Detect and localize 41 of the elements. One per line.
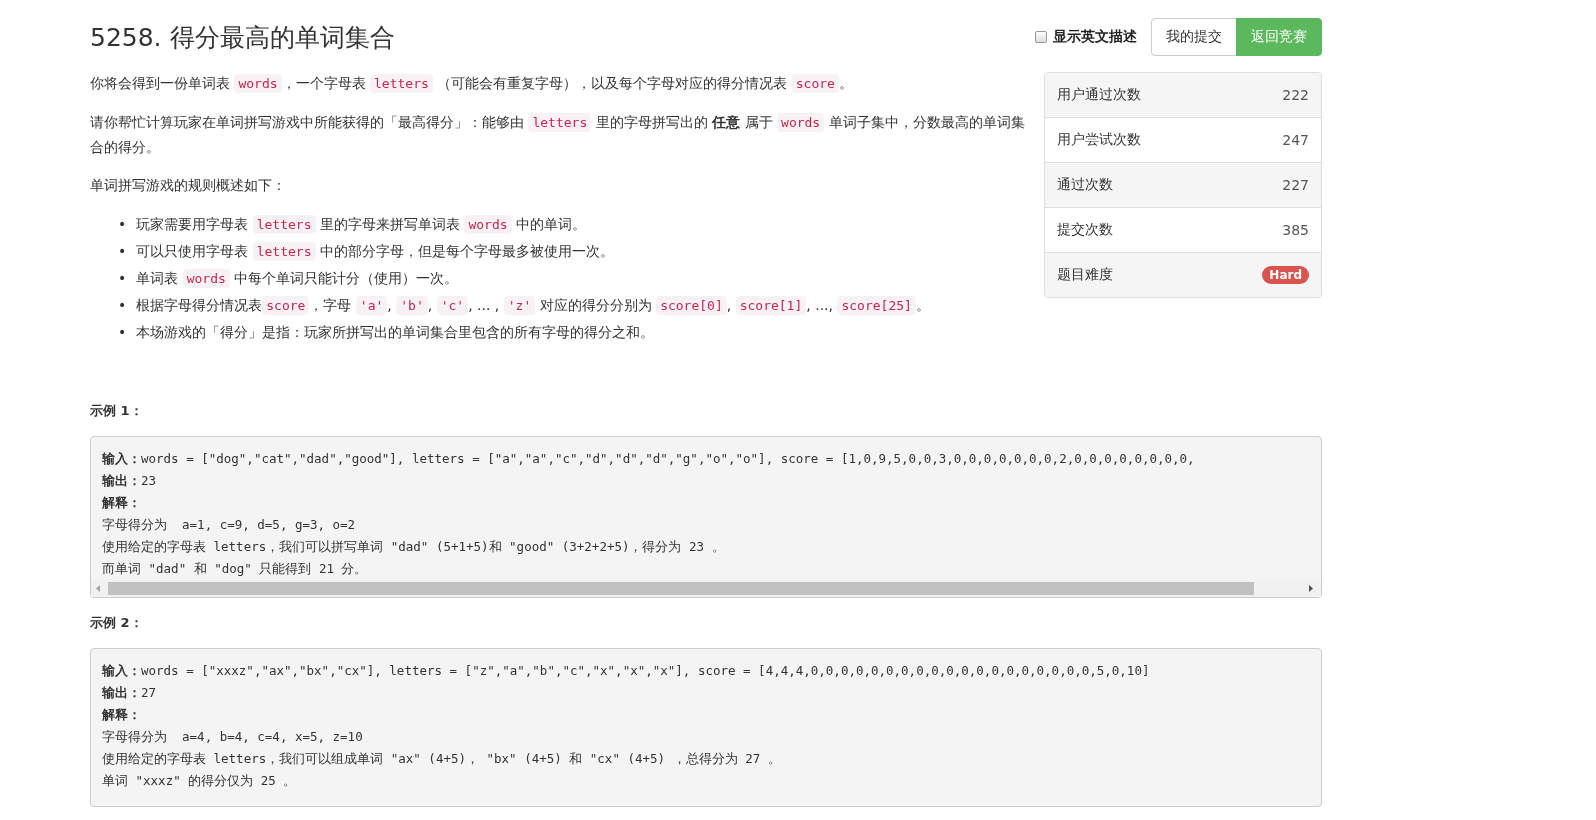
code-line: 而单词 "dad" 和 "dog" 只能得到 21 分。 [102, 560, 368, 578]
code-line: 字母得分为 a=4, b=4, c=4, x=5, z=10 [102, 728, 363, 746]
difficulty-badge: Hard [1262, 266, 1309, 284]
description-paragraph: 你将会得到一份单词表 words ，一个字母表 letters （可能会有重复字母），以及每个字母对应的得分情况表 score 。 [90, 73, 854, 95]
bullet: • [118, 242, 127, 261]
stat-label: 通过次数 [1057, 176, 1113, 194]
code-line: 输入：words = ["dog","cat","dad","good"], letters = ["a","a","c","d","d","d","g","o","o"], score = [1,0,9,5,0,0,3,0,0,0,0,0,0,0,2,0,0,0,0,0,0,0,0, [102, 450, 1195, 468]
example-heading: 示例 2： [90, 614, 144, 632]
checkbox[interactable] [1035, 31, 1047, 43]
rule-item: 根据字母得分情况表 score ，字母 'a' , 'b' , 'c' , ... , 'z' 对应的得分分别为 score[0] , score[1] , ..., score[25] 。 [136, 295, 930, 317]
checkbox-label[interactable]: 显示英文描述 [1053, 28, 1137, 46]
problem-title: 5258. 得分最高的单词集合 [90, 21, 395, 54]
rule-item: 玩家需要用字母表 letters 里的字母来拼写单词表 words 中的单词。 [136, 214, 586, 236]
stat-label: 题目难度 [1057, 266, 1113, 284]
code-line: 单词 "xxxz" 的得分仅为 25 。 [102, 772, 297, 790]
stat-value: 227 [1282, 177, 1309, 193]
stat-value: 222 [1282, 87, 1309, 103]
stat-label: 提交次数 [1057, 221, 1113, 239]
code-line: 输出：23 [102, 472, 157, 490]
bullet: • [118, 215, 127, 234]
code-line: 输出：27 [102, 684, 157, 702]
code-line: 解释： [102, 494, 141, 512]
stat-label: 用户通过次数 [1057, 86, 1141, 104]
stat-value: 385 [1282, 222, 1309, 238]
bullet: • [118, 269, 127, 288]
rule-item: 本场游戏的「得分」是指：玩家所拼写出的单词集合里包含的所有字母的得分之和。 [136, 323, 655, 342]
description-paragraph: 请你帮忙计算玩家在单词拼写游戏中所能获得的「最高得分」：能够由 letters 里的字母拼写出的 任意 属于 words 单词子集中，分数最高的单词集合的得分。 [90, 112, 1026, 157]
code-line: 使用给定的字母表 letters，我们可以组成单词 "ax" (4+5)， "bx" (4+5) 和 "cx" (4+5) ，总得分为 27 。 [102, 750, 781, 768]
bullet: • [118, 323, 127, 342]
code-line: 输入：words = ["xxxz","ax","bx","cx"], letters = ["z","a","b","c","x","x","x"], score = [4,4,4,0,0,0,0,0,0,0,0,0,0,0,0,0,0,0,0,0,0,0,5,0,10] [102, 662, 1150, 680]
bullet: • [118, 296, 127, 315]
code-line: 解释： [102, 706, 141, 724]
stat-label: 用户尝试次数 [1057, 131, 1141, 149]
example-heading: 示例 1： [90, 402, 144, 420]
my-submissions-button[interactable]: 我的提交 [1151, 18, 1237, 56]
code-line: 使用给定的字母表 letters，我们可以拼写单词 "dad" (5+1+5)和 "good" (3+2+2+5)，得分为 23 。 [102, 538, 725, 556]
code-line: 字母得分为 a=1, c=9, d=5, g=3, o=2 [102, 516, 356, 534]
rule-item: 单词表 words 中每个单词只能计分（使用）一次。 [136, 268, 459, 290]
description-paragraph: 单词拼写游戏的规则概述如下： [90, 176, 287, 195]
rule-item: 可以只使用字母表 letters 中的部分字母，但是每个字母最多被使用一次。 [136, 241, 614, 263]
stat-value: 247 [1282, 132, 1309, 148]
